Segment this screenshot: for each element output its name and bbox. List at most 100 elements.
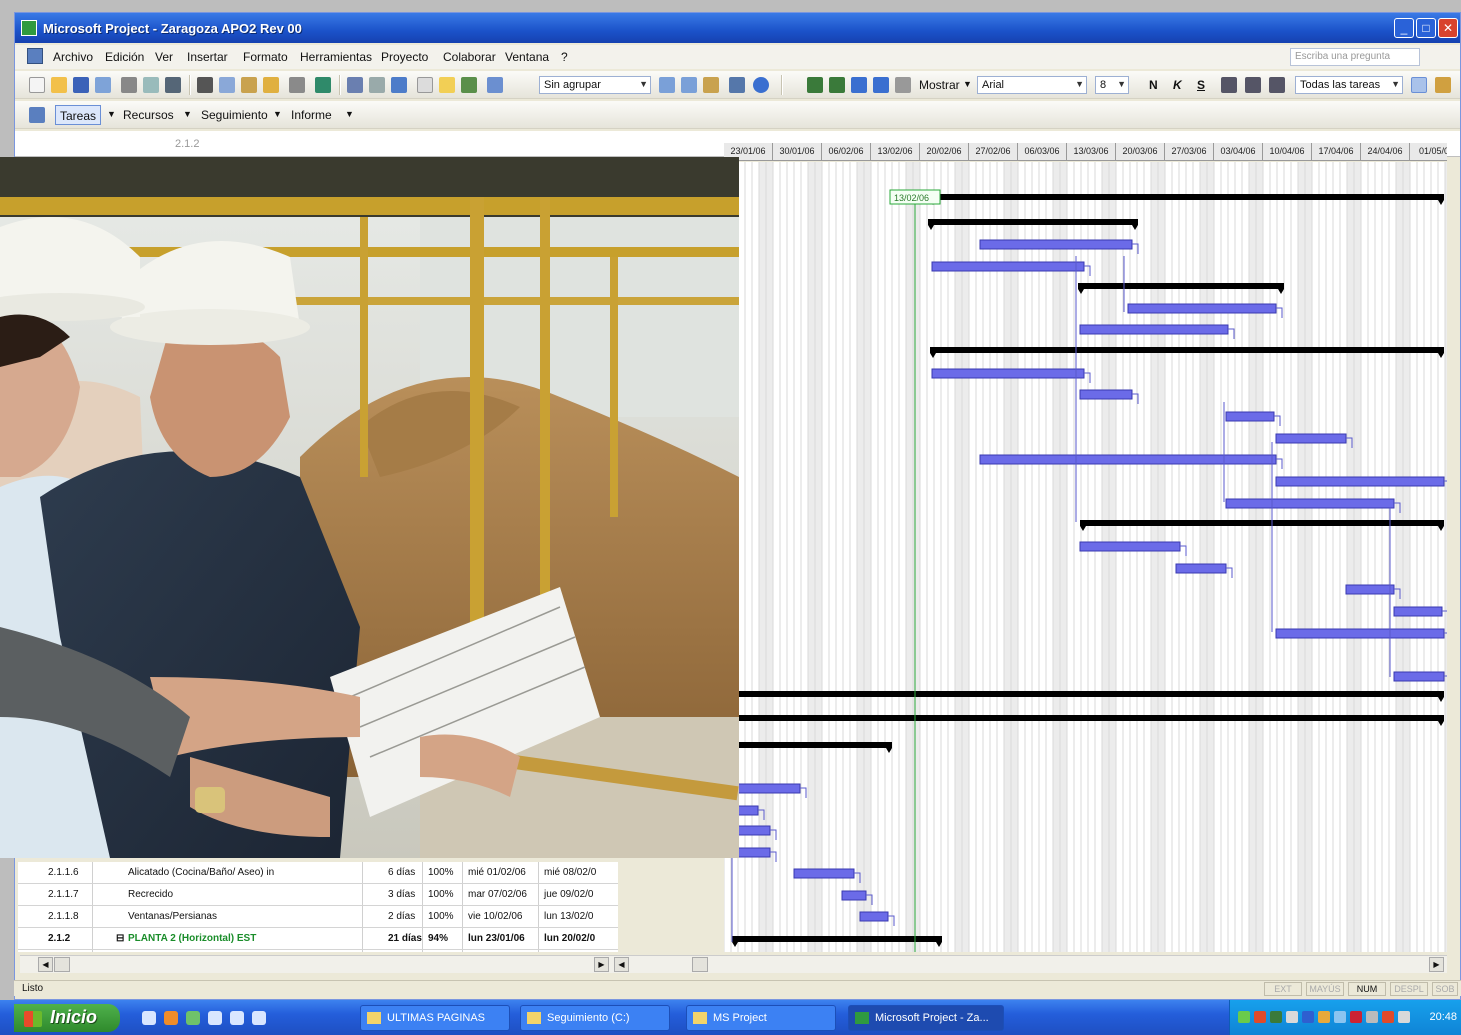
ie-icon[interactable]	[142, 1011, 156, 1025]
show-button[interactable]: Mostrar	[919, 78, 960, 92]
table-row[interactable]: 2.1.1.6 Alicatado (Cocina/Baño/ Aseo) in 6…	[18, 862, 618, 884]
assign-resources-icon[interactable]	[461, 77, 477, 93]
tray-icon[interactable]	[1302, 1011, 1314, 1023]
tray-icon[interactable]	[1286, 1011, 1298, 1023]
volume-icon[interactable]	[1334, 1011, 1346, 1023]
hide-subtasks-icon[interactable]	[873, 77, 889, 93]
show-subtasks-icon[interactable]	[851, 77, 867, 93]
menu-help[interactable]: ?	[561, 50, 568, 64]
tracking-button[interactable]: Seguimiento	[197, 105, 272, 125]
outdent-icon[interactable]	[807, 77, 823, 93]
filter-icon[interactable]	[895, 77, 911, 93]
resources-button[interactable]: Recursos	[119, 105, 178, 125]
ask-question-input[interactable]: Escriba una pregunta	[1290, 48, 1420, 66]
copy-icon[interactable]	[219, 77, 235, 93]
spelling-icon[interactable]	[165, 77, 181, 93]
underline-button[interactable]: S	[1197, 78, 1205, 92]
new-icon[interactable]	[29, 77, 45, 93]
menu-edicion[interactable]: Edición	[105, 50, 144, 64]
tray-icon[interactable]	[1254, 1011, 1266, 1023]
document-menu-icon[interactable]	[27, 48, 43, 64]
cut-icon[interactable]	[197, 77, 213, 93]
gantt-chart[interactable]: 13/02/06	[724, 162, 1447, 952]
tray-icon[interactable]	[1270, 1011, 1282, 1023]
menu-ver[interactable]: Ver	[155, 50, 173, 64]
bold-button[interactable]: N	[1149, 78, 1158, 92]
quicklaunch-icon[interactable]	[252, 1011, 266, 1025]
minimize-button[interactable]: _	[1394, 18, 1414, 38]
go-to-task-icon[interactable]	[703, 77, 719, 93]
font-dropdown[interactable]: Arial ▼	[977, 76, 1087, 94]
explorer-icon[interactable]	[230, 1011, 244, 1025]
tasks-button[interactable]: Tareas	[55, 105, 102, 125]
task-info-icon[interactable]	[417, 77, 433, 93]
zoom-out-icon[interactable]	[681, 77, 697, 93]
report-chevron-down-icon[interactable]: ▼	[345, 109, 354, 119]
desktop-icon[interactable]	[208, 1011, 222, 1025]
undo-icon[interactable]	[289, 77, 305, 93]
print-preview-icon[interactable]	[143, 77, 159, 93]
task-table[interactable]: 2.1.1.6 Alicatado (Cocina/Baño/ Aseo) in 6…	[18, 862, 618, 952]
search-files-icon[interactable]	[95, 77, 111, 93]
tray-icon[interactable]	[1382, 1011, 1394, 1023]
collapse-icon[interactable]: ⊟	[116, 933, 124, 944]
autofilter-icon[interactable]	[1411, 77, 1427, 93]
link-tasks-icon[interactable]	[347, 77, 363, 93]
tray-icon[interactable]	[1350, 1011, 1362, 1023]
tasks-chevron-down-icon[interactable]: ▼	[107, 109, 116, 119]
split-task-icon[interactable]	[391, 77, 407, 93]
open-icon[interactable]	[51, 77, 67, 93]
title-bar[interactable]: Microsoft Project - Zaragoza APO2 Rev 00…	[15, 13, 1460, 43]
indent-icon[interactable]	[829, 77, 845, 93]
tracking-chevron-down-icon[interactable]: ▼	[273, 109, 282, 119]
maximize-button[interactable]: □	[1416, 18, 1436, 38]
gantt-scroll-right-icon[interactable]: ▶	[1429, 957, 1444, 972]
scroll-left-icon[interactable]: ◀	[38, 957, 53, 972]
menu-ventana[interactable]: Ventana	[505, 50, 549, 64]
tray-icon[interactable]	[1398, 1011, 1410, 1023]
italic-button[interactable]: K	[1173, 78, 1182, 92]
align-center-icon[interactable]	[1245, 77, 1261, 93]
gantt-scroll-left-icon[interactable]: ◀	[614, 957, 629, 972]
menu-archivo[interactable]: Archivo	[53, 50, 93, 64]
project-guide-icon[interactable]	[29, 107, 45, 123]
task-notes-icon[interactable]	[439, 77, 455, 93]
format-icon[interactable]	[1435, 77, 1451, 93]
menu-insertar[interactable]: Insertar	[187, 50, 228, 64]
tray-icon[interactable]	[1238, 1011, 1250, 1023]
align-right-icon[interactable]	[1269, 77, 1285, 93]
media-icon[interactable]	[186, 1011, 200, 1025]
menu-proyecto[interactable]: Proyecto	[381, 50, 428, 64]
firefox-icon[interactable]	[164, 1011, 178, 1025]
scroll-right-icon[interactable]: ▶	[594, 957, 609, 972]
resources-chevron-down-icon[interactable]: ▼	[183, 109, 192, 119]
table-row[interactable]: 2.1.1.7 Recrecido 3 días 100% mar 07/02/06 ju…	[18, 884, 618, 906]
close-button[interactable]: ✕	[1438, 18, 1458, 38]
zoom-in-icon[interactable]	[659, 77, 675, 93]
table-row[interactable]: 2.1.2 PLANTA 2 (Horizontal) EST 21 días 94%…	[18, 928, 618, 950]
table-row[interactable]: 2.1.1.8 Ventanas/Persianas 2 días 100% vie 1…	[18, 906, 618, 928]
unlink-tasks-icon[interactable]	[369, 77, 385, 93]
taskbar-item-microsoft-project[interactable]: Microsoft Project - Za...	[848, 1005, 1004, 1031]
save-icon[interactable]	[73, 77, 89, 93]
print-icon[interactable]	[121, 77, 137, 93]
taskbar-item-ms-project[interactable]: MS Project	[686, 1005, 836, 1031]
menu-formato[interactable]: Formato	[243, 50, 288, 64]
table-scroll-thumb[interactable]	[54, 957, 70, 972]
menu-herramientas[interactable]: Herramientas	[300, 50, 372, 64]
start-button[interactable]: Inicio	[14, 1004, 120, 1032]
hyperlink-icon[interactable]	[315, 77, 331, 93]
align-left-icon[interactable]	[1221, 77, 1237, 93]
tray-icon[interactable]	[1318, 1011, 1330, 1023]
gantt-scroll-thumb[interactable]	[692, 957, 708, 972]
paste-icon[interactable]	[241, 77, 257, 93]
publish-icon[interactable]	[487, 77, 503, 93]
menu-colaborar[interactable]: Colaborar	[443, 50, 496, 64]
group-by-dropdown[interactable]: Sin agrupar ▼	[539, 76, 651, 94]
format-painter-icon[interactable]	[263, 77, 279, 93]
horizontal-scrollbars[interactable]: ◀ ▶ ◀ ▶	[20, 955, 1447, 973]
filter-dropdown[interactable]: Todas las tareas ▼	[1295, 76, 1403, 94]
network-icon[interactable]	[1366, 1011, 1378, 1023]
taskbar-item-seguimiento[interactable]: Seguimiento (C:)	[520, 1005, 670, 1031]
help-icon[interactable]	[753, 77, 769, 93]
